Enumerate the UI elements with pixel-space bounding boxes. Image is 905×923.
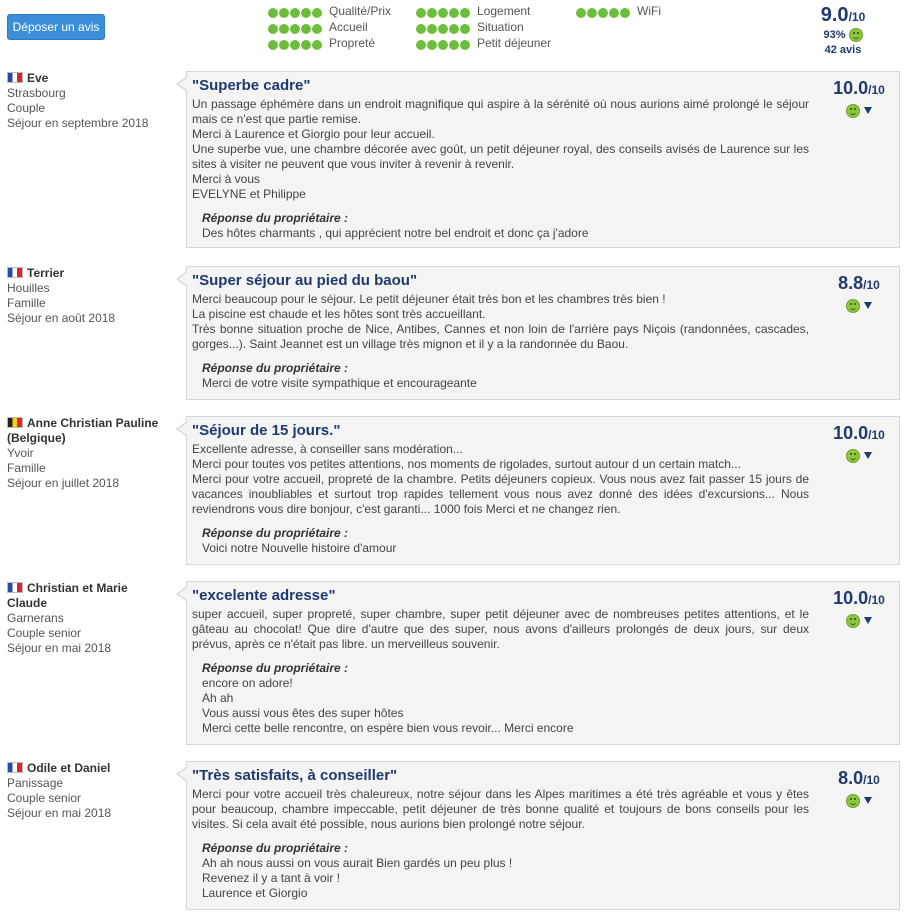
review-box: "Superbe cadre" Un passage éphémère dans…	[176, 71, 900, 248]
author-name: Anne Christian Pauline (Belgique)	[7, 416, 159, 445]
criterion-label: Situation	[477, 20, 524, 34]
review-score: 8.0/10	[827, 768, 891, 808]
expand-arrow-icon[interactable]	[864, 617, 872, 625]
review-score: 10.0/10	[827, 78, 891, 118]
author-city: Garnerans	[7, 611, 64, 625]
rating-dots	[416, 4, 471, 20]
criterion-label: Propreté	[329, 36, 376, 50]
review-author-info: Odile et Daniel Panissage Couple senior …	[7, 761, 167, 821]
expand-arrow-icon[interactable]	[864, 452, 872, 460]
owner-response-label: Réponse du propriétaire :	[202, 661, 349, 675]
review-author-info: Christian et Marie Claude Garnerans Coup…	[7, 581, 167, 656]
review-box: "excelente adresse" super accueil, super…	[176, 581, 900, 745]
stay-date: Séjour en août 2018	[7, 311, 116, 325]
belgium-flag-icon	[7, 417, 23, 428]
criterion-breakfast: Petit déjeuner	[416, 35, 551, 51]
criterion-wifi: WiFi	[576, 3, 661, 19]
review-author-info: Anne Christian Pauline (Belgique) Yvoir …	[7, 416, 167, 491]
review-title: "excelente adresse"	[192, 587, 336, 604]
review-title: "Très satisfaits, à conseiller"	[192, 767, 398, 784]
criterion-label: Petit déjeuner	[477, 36, 552, 50]
stay-date: Séjour en mai 2018	[7, 806, 112, 820]
author-name: Christian et Marie Claude	[7, 581, 128, 610]
owner-response-label: Réponse du propriétaire :	[202, 526, 349, 540]
france-flag-icon	[7, 582, 23, 593]
expand-arrow-icon[interactable]	[864, 797, 872, 805]
review-author-info: Eve Strasbourg Couple Séjour en septembr…	[7, 71, 167, 131]
review-text: Excellente adresse, à conseiller sans mo…	[192, 442, 809, 516]
review-text: Un passage éphémère dans un endroit magn…	[192, 97, 809, 201]
review-title: "Séjour de 15 jours."	[192, 422, 341, 439]
smiley-icon	[846, 298, 860, 313]
france-flag-icon	[7, 267, 23, 278]
criterion-welcome: Accueil	[268, 19, 368, 35]
review-text: Merci beaucoup pour le séjour. Le petit …	[192, 292, 809, 351]
review-score: 8.8/10	[827, 273, 891, 313]
review-text: super accueil, super propreté, super cha…	[192, 607, 809, 651]
post-review-button[interactable]: Déposer un avis	[7, 14, 105, 40]
criterion-location: Situation	[416, 19, 524, 35]
traveller-type: Couple	[7, 101, 46, 115]
traveller-type: Couple senior	[7, 791, 82, 805]
rating-dots	[576, 4, 631, 20]
review-author-info: Terrier Houilles Famille Séjour en août …	[7, 266, 167, 326]
stay-date: Séjour en juillet 2018	[7, 476, 120, 490]
summary-header: Déposer un avis Qualité/Prix Accueil Pro…	[0, 0, 905, 62]
criterion-quality-price: Qualité/Prix	[268, 3, 391, 19]
owner-response: Des hôtes charmants , qui apprécient not…	[202, 226, 589, 240]
criterion-cleanliness: Propreté	[268, 35, 375, 51]
author-name: Odile et Daniel	[27, 761, 111, 775]
criterion-lodging: Logement	[416, 3, 530, 19]
author-city: Strasbourg	[7, 86, 66, 100]
review-box: "Séjour de 15 jours." Excellente adresse…	[176, 416, 900, 565]
review-title: "Superbe cadre"	[192, 77, 311, 94]
review-title: "Super séjour au pied du baou"	[192, 272, 418, 289]
criterion-label: Logement	[477, 4, 531, 18]
expand-arrow-icon[interactable]	[864, 302, 872, 310]
criterion-label: Accueil	[329, 20, 368, 34]
owner-response: encore on adore! Ah ah Vous aussi vous ête…	[202, 676, 574, 735]
rating-dots	[268, 4, 323, 20]
criterion-label: WiFi	[637, 4, 661, 18]
france-flag-icon	[7, 72, 23, 83]
owner-response: Voici notre Nouvelle histoire d'amour	[202, 541, 397, 555]
global-score: 9.0/10 93% 42 avis	[803, 4, 883, 57]
satisfaction-percent: 93%	[803, 28, 883, 43]
rating-dots	[268, 20, 323, 36]
owner-response-label: Réponse du propriétaire :	[202, 841, 349, 855]
review-box: "Très satisfaits, à conseiller" Merci po…	[176, 761, 900, 910]
stay-date: Séjour en septembre 2018	[7, 116, 149, 130]
owner-response-label: Réponse du propriétaire :	[202, 361, 349, 375]
rating-dots	[416, 20, 471, 36]
global-score-value: 9.0/10	[820, 4, 866, 26]
review-score: 10.0/10	[827, 588, 891, 628]
smiley-icon	[846, 448, 860, 463]
smiley-icon	[846, 103, 860, 118]
author-city: Panissage	[7, 776, 64, 790]
author-city: Houilles	[7, 281, 50, 295]
smiley-icon	[846, 613, 860, 628]
rating-dots	[268, 36, 323, 52]
traveller-type: Famille	[7, 296, 46, 310]
author-name: Terrier	[27, 266, 65, 280]
review-score: 10.0/10	[827, 423, 891, 463]
smiley-icon	[848, 28, 863, 43]
smiley-icon	[846, 793, 860, 808]
owner-response: Ah ah nous aussi on vous aurait Bien gar…	[202, 856, 513, 900]
review-text: Merci pour votre accueil très chaleureux…	[192, 787, 809, 831]
expand-arrow-icon[interactable]	[864, 107, 872, 115]
traveller-type: Famille	[7, 461, 46, 475]
author-name: Eve	[27, 71, 49, 85]
rating-dots	[416, 36, 471, 52]
author-city: Yvoir	[7, 446, 34, 460]
stay-date: Séjour en mai 2018	[7, 641, 112, 655]
criterion-label: Qualité/Prix	[329, 4, 392, 18]
owner-response: Merci de votre visite sympathique et enc…	[202, 376, 477, 390]
traveller-type: Couple senior	[7, 626, 82, 640]
review-box: "Super séjour au pied du baou" Merci bea…	[176, 266, 900, 400]
france-flag-icon	[7, 762, 23, 773]
review-count: 42 avis	[824, 44, 862, 56]
owner-response-label: Réponse du propriétaire :	[202, 211, 349, 225]
